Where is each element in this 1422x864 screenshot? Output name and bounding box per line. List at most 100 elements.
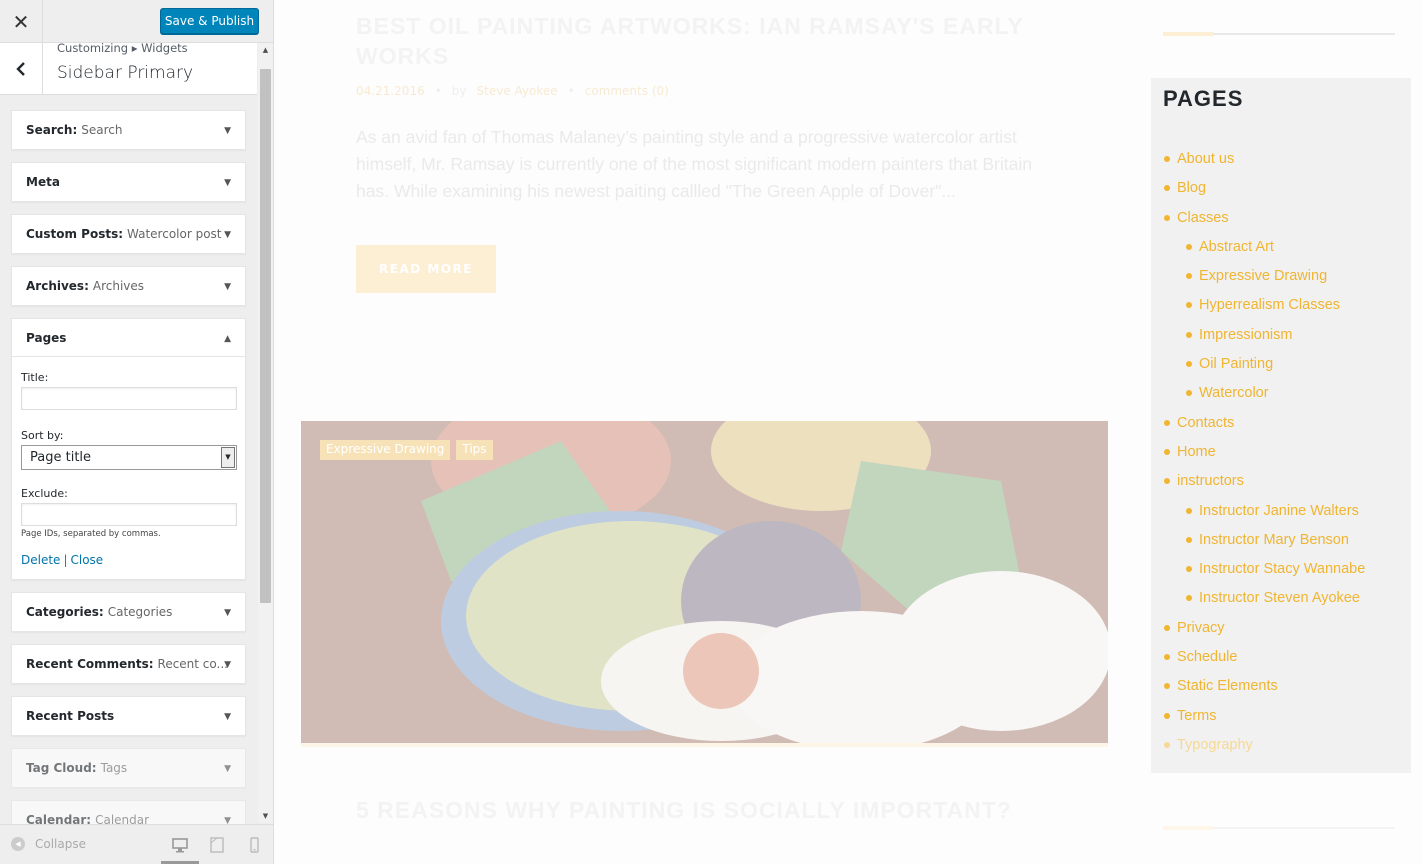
widget-title: Recent co... bbox=[157, 657, 228, 671]
divider-accent bbox=[1163, 32, 1214, 36]
delete-link[interactable]: Delete bbox=[21, 553, 60, 567]
widget-header[interactable]: Recent Comments: Recent co... ▼ bbox=[12, 645, 245, 683]
post-comments-link[interactable]: comments (0) bbox=[585, 84, 669, 98]
page-link-terms[interactable]: Terms bbox=[1164, 704, 1365, 733]
pages-widget-form: Title: Sort by: Page title ▼ Exclude: Pa… bbox=[12, 357, 245, 579]
bullet-icon bbox=[1186, 507, 1192, 514]
widget-header[interactable]: Archives: Archives ▼ bbox=[12, 267, 245, 305]
page-link-label: Expressive Drawing bbox=[1199, 268, 1328, 285]
widget-name: Recent Posts bbox=[26, 709, 115, 723]
page-link-abstract-art[interactable]: Abstract Art bbox=[1164, 235, 1365, 264]
arrow-down-icon[interactable]: ▼ bbox=[224, 282, 231, 292]
arrow-down-icon[interactable]: ▼ bbox=[224, 764, 231, 774]
page-link-typography[interactable]: Typography bbox=[1164, 733, 1365, 762]
panel-scrollbar[interactable]: ▲ ▼ bbox=[258, 43, 273, 823]
arrow-down-icon[interactable]: ▼ bbox=[224, 230, 231, 240]
page-link-label: About us bbox=[1177, 151, 1235, 167]
widget-header[interactable]: Categories: Categories ▼ bbox=[12, 593, 245, 631]
post2-title[interactable]: 5 REASONS WHY PAINTING IS SOCIALLY IMPOR… bbox=[356, 797, 1056, 824]
page-link-about-us[interactable]: About us bbox=[1164, 147, 1365, 176]
page-link-watercolor[interactable]: Watercolor bbox=[1164, 381, 1365, 410]
widget-header[interactable]: Pages ▲ bbox=[12, 319, 245, 357]
scroll-down-icon[interactable]: ▼ bbox=[258, 809, 273, 823]
widget-search[interactable]: Search: Search ▼ bbox=[11, 110, 246, 150]
page-link-label: Abstract Art bbox=[1199, 238, 1274, 255]
page-link-schedule[interactable]: Schedule bbox=[1164, 645, 1365, 674]
scroll-up-icon[interactable]: ▲ bbox=[258, 43, 273, 57]
bullet-icon bbox=[1186, 361, 1192, 368]
page-link-instructor-steven-ayokee[interactable]: Instructor Steven Ayokee bbox=[1164, 586, 1365, 615]
tag-expressive-drawing[interactable]: Expressive Drawing bbox=[320, 440, 451, 460]
arrow-up-icon[interactable]: ▲ bbox=[224, 334, 231, 344]
widget-meta[interactable]: Meta ▼ bbox=[11, 162, 246, 202]
sort-by-select[interactable]: Page title ▼ bbox=[21, 445, 237, 470]
page-link-label: Instructor Stacy Wannabe bbox=[1199, 561, 1366, 578]
page-link-label: Classes bbox=[1177, 209, 1229, 226]
chevron-left-icon bbox=[16, 62, 25, 76]
desktop-preview-icon[interactable] bbox=[171, 836, 189, 854]
arrow-down-icon[interactable]: ▼ bbox=[224, 178, 231, 188]
scroll-thumb[interactable] bbox=[260, 69, 271, 603]
arrow-down-icon[interactable]: ▼ bbox=[224, 712, 231, 722]
site-preview: BEST OIL PAINTING ARTWORKS: IAN RAMSAY'S… bbox=[274, 0, 1422, 864]
widget-header[interactable]: Custom Posts: Watercolor post ▼ bbox=[12, 215, 245, 253]
page-link-impressionism[interactable]: Impressionism bbox=[1164, 323, 1365, 352]
widget-name: Tag Cloud: bbox=[26, 761, 97, 775]
page-link-privacy[interactable]: Privacy bbox=[1164, 616, 1365, 645]
page-link-home[interactable]: Home bbox=[1164, 440, 1365, 469]
widget-custom-posts[interactable]: Custom Posts: Watercolor post ▼ bbox=[11, 214, 246, 254]
widget-tag-cloud[interactable]: Tag Cloud: Tags ▼ bbox=[11, 748, 246, 788]
bullet-icon bbox=[1164, 156, 1170, 162]
collapse-button[interactable]: ◀ Collapse bbox=[11, 837, 86, 851]
page-link-blog[interactable]: Blog bbox=[1164, 176, 1365, 205]
back-button[interactable] bbox=[0, 43, 43, 95]
featured-image[interactable]: Expressive Drawing Tips bbox=[301, 421, 1108, 747]
close-customizer-button[interactable]: ✕ bbox=[0, 0, 43, 43]
widget-header[interactable]: Recent Posts ▼ bbox=[12, 697, 245, 735]
page-link-classes[interactable]: Classes bbox=[1164, 206, 1365, 235]
chevron-down-icon[interactable]: ▼ bbox=[221, 447, 235, 468]
page-link-instructor-janine-walters[interactable]: Instructor Janine Walters bbox=[1164, 499, 1365, 528]
exclude-input[interactable] bbox=[21, 503, 237, 526]
widget-header[interactable]: Meta ▼ bbox=[12, 163, 245, 201]
bullet-icon bbox=[1164, 448, 1170, 455]
tag-tips[interactable]: Tips bbox=[456, 440, 493, 460]
mobile-preview-icon[interactable] bbox=[245, 836, 263, 854]
page-link-static-elements[interactable]: Static Elements bbox=[1164, 674, 1365, 703]
widget-recent-posts[interactable]: Recent Posts ▼ bbox=[11, 696, 246, 736]
widget-title: Watercolor post bbox=[127, 227, 222, 241]
page-link-contacts[interactable]: Contacts bbox=[1164, 411, 1365, 440]
page-link-instructors[interactable]: instructors bbox=[1164, 469, 1365, 498]
post-title[interactable]: BEST OIL PAINTING ARTWORKS: IAN RAMSAY'S… bbox=[356, 11, 1056, 71]
close-link[interactable]: Close bbox=[70, 553, 103, 567]
page-link-label: Instructor Mary Benson bbox=[1199, 531, 1349, 548]
widget-recent-comments[interactable]: Recent Comments: Recent co... ▼ bbox=[11, 644, 246, 684]
arrow-down-icon[interactable]: ▼ bbox=[224, 126, 231, 136]
read-more-button[interactable]: READ MORE bbox=[356, 245, 496, 293]
page-link-label: Schedule bbox=[1177, 649, 1238, 666]
widget-name: Custom Posts: bbox=[26, 227, 124, 241]
widget-categories[interactable]: Categories: Categories ▼ bbox=[11, 592, 246, 632]
page-link-label: Home bbox=[1177, 443, 1216, 460]
page-link-expressive-drawing[interactable]: Expressive Drawing bbox=[1164, 264, 1365, 293]
page-link-label: Instructor Steven Ayokee bbox=[1199, 590, 1360, 607]
widget-archives[interactable]: Archives: Archives ▼ bbox=[11, 266, 246, 306]
page-link-label: Privacy bbox=[1177, 619, 1225, 636]
page-link-hyperrealism-classes[interactable]: Hyperrealism Classes bbox=[1164, 293, 1365, 322]
tablet-preview-icon[interactable] bbox=[208, 836, 226, 854]
arrow-down-icon[interactable]: ▼ bbox=[224, 608, 231, 618]
save-publish-button[interactable]: Save & Publish bbox=[160, 8, 259, 34]
bullet-icon bbox=[1186, 243, 1192, 250]
exclude-label: Exclude: bbox=[21, 487, 68, 500]
widget-pages[interactable]: Pages ▲ Title: Sort by: Page title ▼ Exc… bbox=[11, 318, 246, 580]
title-input[interactable] bbox=[21, 387, 237, 410]
bullet-icon bbox=[1186, 273, 1192, 280]
widget-header[interactable]: Tag Cloud: Tags ▼ bbox=[12, 749, 245, 787]
page-link-instructor-stacy-wannabe[interactable]: Instructor Stacy Wannabe bbox=[1164, 557, 1365, 586]
widget-header[interactable]: Search: Search ▼ bbox=[12, 111, 245, 149]
post-author-link[interactable]: Steve Ayokee bbox=[477, 84, 558, 98]
page-link-instructor-mary-benson[interactable]: Instructor Mary Benson bbox=[1164, 528, 1365, 557]
page-link-oil-painting[interactable]: Oil Painting bbox=[1164, 352, 1365, 381]
arrow-down-icon[interactable]: ▼ bbox=[224, 660, 231, 670]
page-link-label: Instructor Janine Walters bbox=[1199, 502, 1359, 519]
